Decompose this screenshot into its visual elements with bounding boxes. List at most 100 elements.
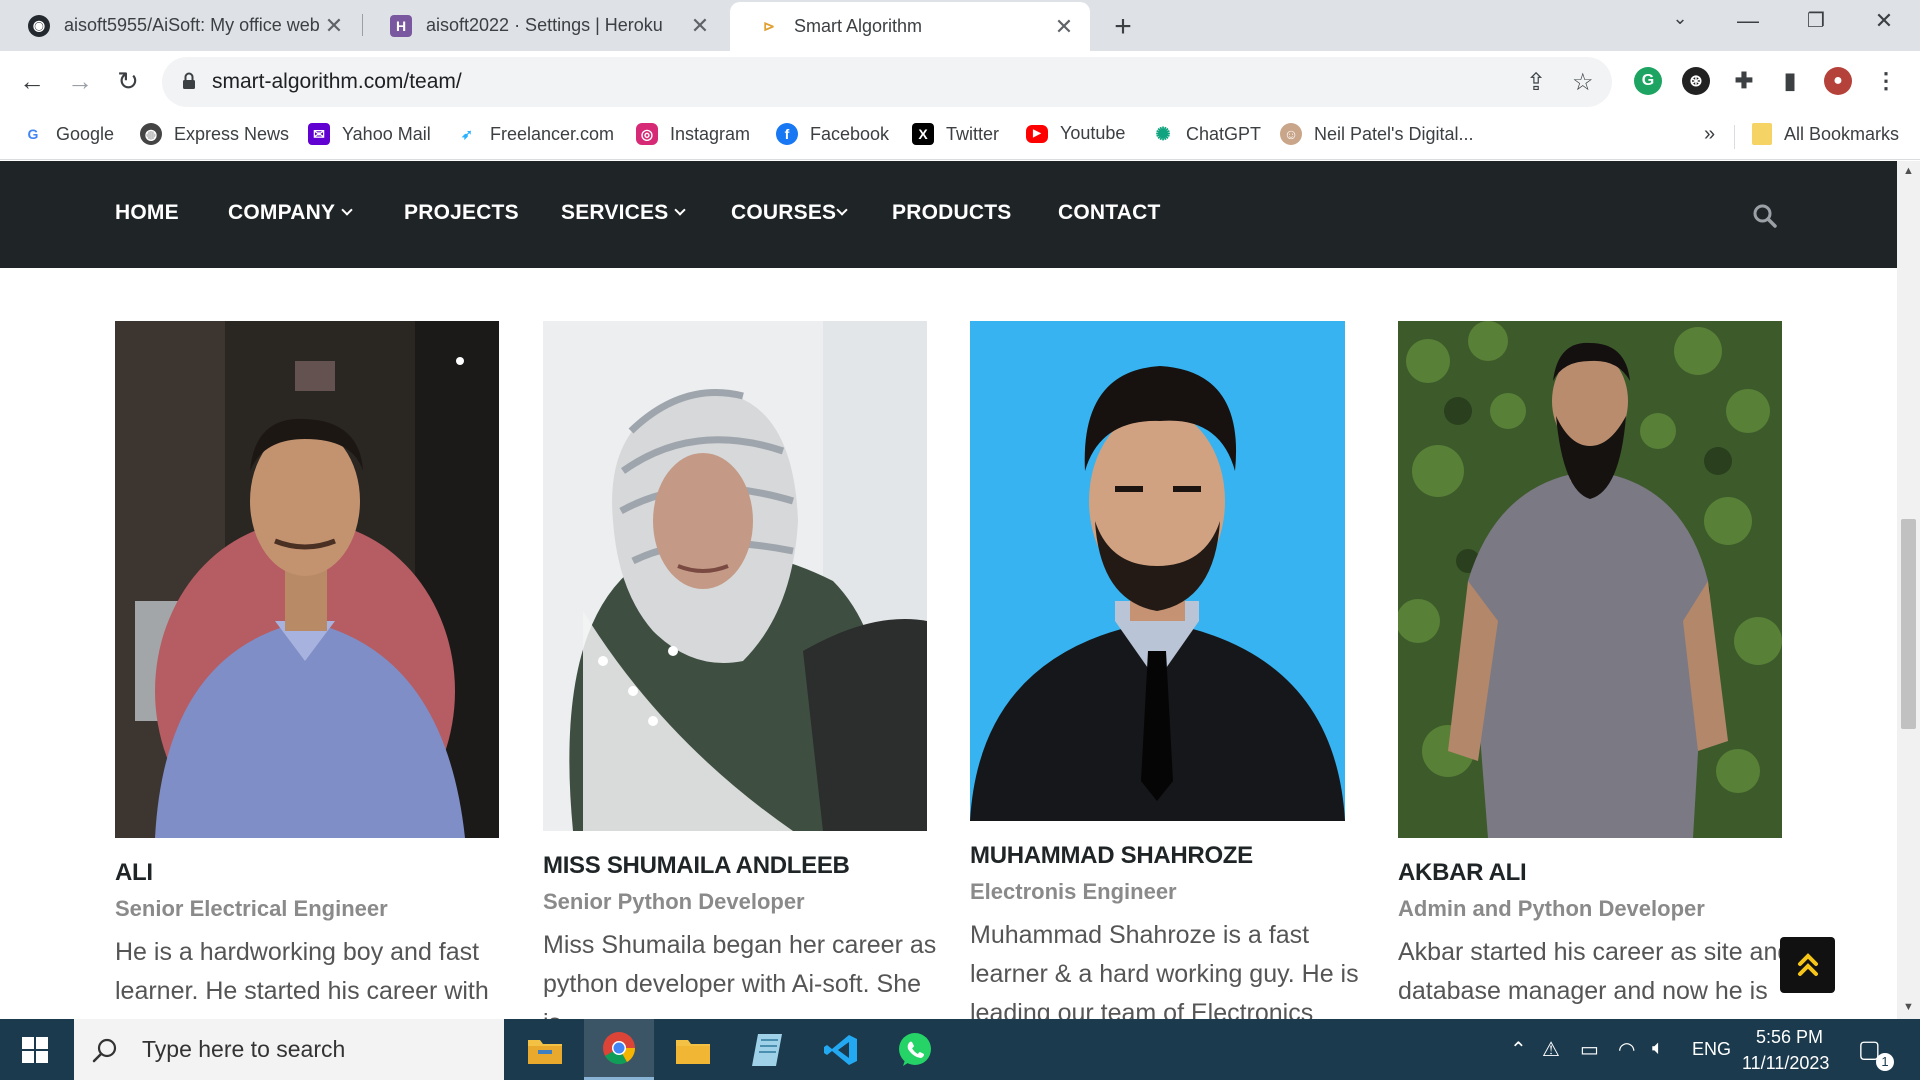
volume-icon[interactable]: 🔈︎ bbox=[1652, 1037, 1664, 1060]
bookmark-express-news[interactable]: ◍ Express News bbox=[140, 123, 289, 145]
back-button[interactable]: ← bbox=[12, 61, 52, 101]
forward-button[interactable]: → bbox=[60, 61, 100, 101]
page-viewport: HOME COMPANY PROJECTS SERVICES COURSES P… bbox=[0, 161, 1897, 1019]
search-icon[interactable] bbox=[1752, 203, 1778, 229]
tab-search-chevron-icon[interactable]: ⌄ bbox=[1660, 8, 1700, 29]
taskbar-search-box[interactable]: Type here to search bbox=[74, 1019, 504, 1080]
bookmarks-bar: G Google ◍ Express News ✉ Yahoo Mail ➶ F… bbox=[0, 113, 1920, 160]
grammarly-extension-icon[interactable]: G bbox=[1634, 67, 1662, 95]
tab-title: Smart Algorithm bbox=[794, 16, 923, 36]
nav-label: HOME bbox=[115, 201, 179, 224]
bookmark-label: Yahoo Mail bbox=[342, 123, 431, 144]
minimize-button[interactable]: — bbox=[1728, 8, 1768, 34]
globe-icon: ◍ bbox=[140, 123, 162, 145]
team-photo bbox=[115, 321, 499, 838]
bookmark-yahoo-mail[interactable]: ✉ Yahoo Mail bbox=[308, 123, 431, 145]
scroll-to-top-button[interactable] bbox=[1780, 937, 1835, 993]
team-card: MUHAMMAD SHAHROZE Electronis Engineer Mu… bbox=[970, 321, 1359, 1019]
vscode-icon[interactable] bbox=[806, 1019, 876, 1080]
nav-contact[interactable]: CONTACT bbox=[1058, 201, 1161, 225]
wifi-icon[interactable]: ◠ bbox=[1618, 1037, 1635, 1062]
tab-github[interactable]: ◉ aisoft5955/AiSoft: My office web ✕ bbox=[0, 0, 360, 51]
chevron-up-icon[interactable]: ⌃ bbox=[1510, 1037, 1527, 1062]
reload-button[interactable]: ↻ bbox=[108, 61, 148, 101]
tab-title: aisoft2022 · Settings | Heroku bbox=[426, 15, 663, 35]
nav-services[interactable]: SERVICES bbox=[561, 201, 687, 225]
member-name: AKBAR ALI bbox=[1398, 859, 1527, 886]
page-scrollbar[interactable]: ▲ ▼ bbox=[1897, 161, 1920, 1019]
bookmark-twitter[interactable]: X Twitter bbox=[912, 123, 999, 145]
member-role: Senior Electrical Engineer bbox=[115, 896, 388, 921]
bookmark-youtube[interactable]: ▶ Youtube bbox=[1026, 123, 1125, 144]
windows-start-icon[interactable] bbox=[22, 1037, 48, 1063]
share-icon[interactable]: ⇪ bbox=[1526, 68, 1546, 97]
whatsapp-icon[interactable] bbox=[880, 1019, 950, 1080]
nav-courses[interactable]: COURSES bbox=[731, 201, 848, 225]
bookmark-star-icon[interactable]: ☆ bbox=[1572, 68, 1594, 97]
more-menu-icon[interactable]: ⋮ bbox=[1872, 67, 1900, 95]
battery-icon[interactable]: ▭ bbox=[1580, 1037, 1599, 1062]
close-icon[interactable]: ✕ bbox=[322, 13, 346, 39]
bookmark-label: Youtube bbox=[1060, 123, 1126, 143]
file-explorer-icon[interactable] bbox=[510, 1019, 580, 1080]
all-bookmarks-folder[interactable]: All Bookmarks bbox=[1752, 123, 1899, 145]
bookmarks-overflow-button[interactable]: » bbox=[1704, 123, 1715, 146]
chevron-down-icon bbox=[674, 204, 687, 216]
member-name: MUHAMMAD SHAHROZE bbox=[970, 842, 1253, 869]
openai-extension-icon[interactable]: ⊛ bbox=[1682, 67, 1710, 95]
bookmark-label: Twitter bbox=[946, 123, 1000, 144]
close-icon[interactable]: ✕ bbox=[1052, 14, 1076, 40]
instagram-icon: ◎ bbox=[636, 123, 658, 145]
chevron-down-icon bbox=[341, 204, 353, 216]
search-placeholder: Type here to search bbox=[142, 1036, 346, 1062]
bookmark-label: Instagram bbox=[670, 123, 751, 144]
folder-icon[interactable] bbox=[658, 1019, 728, 1080]
member-bio: Akbar started his career as site and dat… bbox=[1398, 938, 1792, 1005]
mail-icon: ✉ bbox=[308, 123, 330, 145]
notification-count-badge: 1 bbox=[1876, 1053, 1894, 1071]
profile-avatar[interactable]: ● bbox=[1824, 67, 1852, 95]
clock-time[interactable]: 5:56 PM bbox=[1756, 1027, 1823, 1048]
bookmark-instagram[interactable]: ◎ Instagram bbox=[636, 123, 750, 145]
github-icon: ◉ bbox=[28, 14, 50, 37]
scroll-down-arrow-icon[interactable]: ▼ bbox=[1903, 1001, 1914, 1013]
nav-home[interactable]: HOME bbox=[115, 201, 179, 225]
bookmark-chatgpt[interactable]: ✺ ChatGPT bbox=[1152, 123, 1261, 145]
bookmark-neil-patel[interactable]: ☺ Neil Patel's Digital... bbox=[1280, 123, 1474, 145]
scroll-up-arrow-icon[interactable]: ▲ bbox=[1903, 165, 1914, 177]
clock-date[interactable]: 11/11/2023 bbox=[1742, 1053, 1829, 1074]
nav-label: PRODUCTS bbox=[892, 201, 1012, 224]
search-icon bbox=[92, 1038, 117, 1062]
language-indicator[interactable]: ENG bbox=[1692, 1039, 1731, 1060]
tab-smart-algorithm[interactable]: ⊳ Smart Algorithm ✕ bbox=[730, 2, 1090, 51]
member-bio: He is a hardworking boy and fast learner… bbox=[115, 938, 489, 1005]
nav-products[interactable]: PRODUCTS bbox=[892, 201, 1011, 225]
bookmark-facebook[interactable]: f Facebook bbox=[776, 123, 889, 145]
browser-tab-strip: ◉ aisoft5955/AiSoft: My office web ✕ H a… bbox=[0, 0, 1920, 51]
extensions-puzzle-icon[interactable]: ✚ bbox=[1730, 67, 1758, 95]
nav-company[interactable]: COMPANY bbox=[228, 201, 353, 225]
tab-title: aisoft5955/AiSoft: My office web bbox=[64, 15, 320, 35]
google-icon: G bbox=[27, 126, 39, 142]
tab-heroku[interactable]: H aisoft2022 · Settings | Heroku ✕ bbox=[362, 0, 726, 51]
chrome-icon[interactable] bbox=[584, 1019, 654, 1080]
chatgpt-icon: ✺ bbox=[1155, 123, 1171, 144]
url-text[interactable]: smart-algorithm.com/team/ bbox=[212, 70, 462, 94]
notepad-icon[interactable] bbox=[732, 1019, 802, 1080]
bookmark-label: ChatGPT bbox=[1186, 123, 1262, 144]
new-tab-button[interactable]: + bbox=[1108, 10, 1138, 44]
security-warning-icon[interactable]: ⚠ bbox=[1542, 1037, 1560, 1062]
close-icon[interactable]: ✕ bbox=[688, 13, 712, 39]
bookmark-label: Neil Patel's Digital... bbox=[1314, 123, 1474, 144]
team-card: AKBAR ALI Admin and Python Developer Akb… bbox=[1398, 321, 1791, 1019]
bookmark-freelancer[interactable]: ➶ Freelancer.com bbox=[456, 123, 614, 145]
nav-label: COURSES bbox=[731, 201, 837, 224]
address-bar[interactable]: smart-algorithm.com/team/ ⇪ ☆ bbox=[162, 57, 1612, 107]
scrollbar-thumb[interactable] bbox=[1901, 519, 1916, 729]
close-window-button[interactable]: ✕ bbox=[1864, 8, 1904, 34]
nav-projects[interactable]: PROJECTS bbox=[404, 201, 519, 225]
restore-button[interactable]: ❐ bbox=[1796, 8, 1836, 33]
folder-icon bbox=[1752, 123, 1772, 145]
bookmark-google[interactable]: G Google bbox=[22, 123, 115, 145]
side-panel-icon[interactable]: ▮ bbox=[1776, 67, 1804, 95]
